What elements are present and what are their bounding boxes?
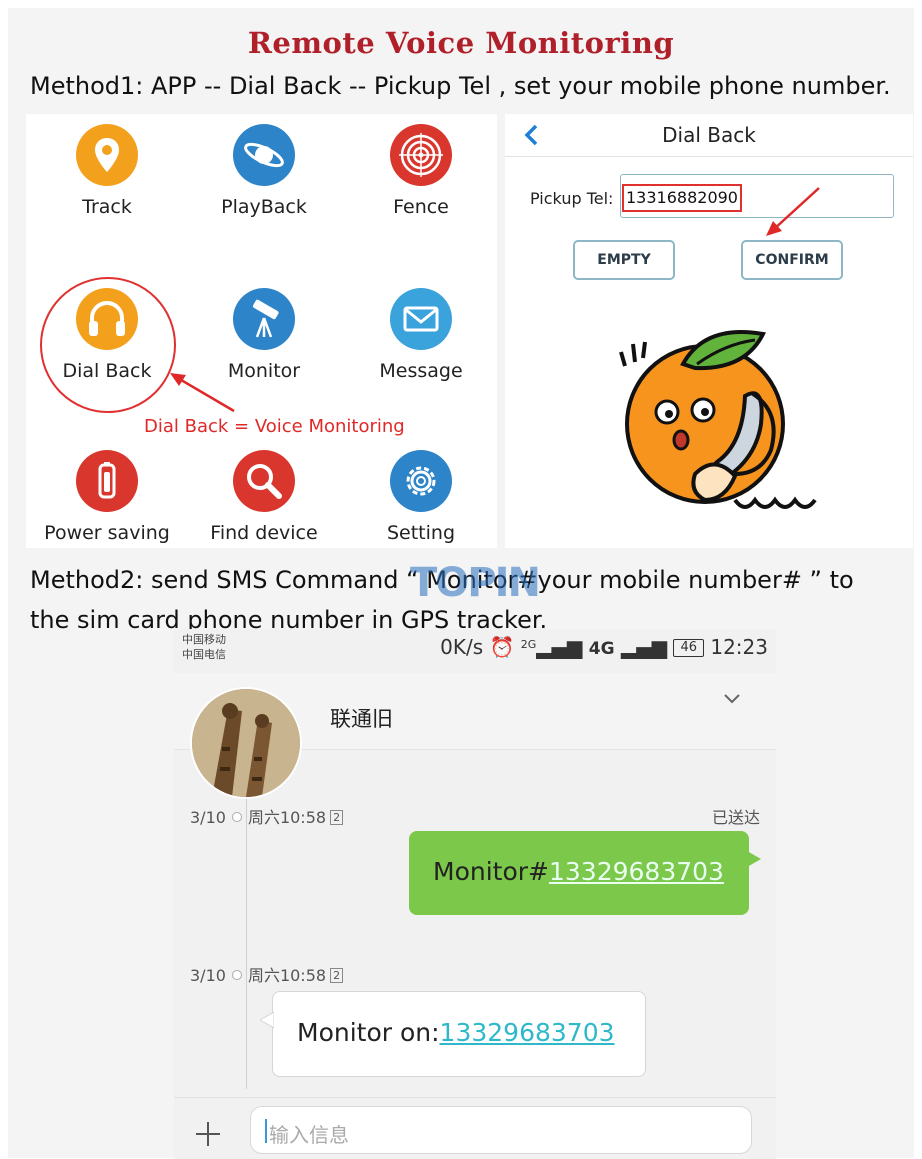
menu-item-monitor[interactable]: Monitor (189, 288, 339, 382)
signal-icon: ▂▄▆ (620, 635, 668, 659)
phone-number-link[interactable]: 13329683703 (440, 1018, 615, 1047)
menu-item-label: Message (379, 360, 463, 382)
pickup-tel-label: Pickup Tel: (530, 189, 614, 208)
incoming-message-text: Monitor on:13329683703 (297, 1018, 615, 1047)
dial-back-title: Dial Back (662, 123, 756, 147)
timeline-line (246, 799, 247, 1089)
method1-instruction: Method1: APP -- Dial Back -- Pickup Tel … (30, 72, 891, 100)
menu-item-setting[interactable]: Setting (346, 450, 496, 544)
menu-item-label: Setting (386, 522, 456, 544)
red-arrow-icon (766, 187, 820, 236)
sim-badge: 2 (330, 968, 344, 983)
menu-item-label: Dial Back (62, 360, 152, 382)
location-pin-icon (76, 124, 138, 186)
menu-item-label: Find device (210, 522, 318, 544)
message-time: 周六10:58 (247, 966, 327, 985)
sms-screen: 中国移动 中国电信 0K/s ⏰ 2G▂▄▆ 4G ▂▄▆ 46 12:23 联… (174, 629, 776, 1159)
network-4g: 4G (588, 639, 615, 659)
chevron-down-icon[interactable] (722, 691, 742, 705)
compose-bar: 输入信息 (174, 1097, 776, 1159)
carrier-names: 中国移动 中国电信 (182, 632, 226, 662)
message-prefix: Monitor on: (297, 1018, 440, 1047)
gear-icon (390, 450, 452, 512)
message-timestamp: 3/10 周六10:58 2 (190, 962, 344, 986)
red-arrow-icon (170, 373, 235, 413)
status-bar: 中国移动 中国电信 0K/s ⏰ 2G▂▄▆ 4G ▂▄▆ 46 12:23 (174, 629, 776, 673)
message-timestamp: 3/10 周六10:58 2 (190, 804, 344, 828)
network-2g: 2G (520, 638, 537, 651)
phone-number-link[interactable]: 13329683703 (549, 857, 724, 886)
outgoing-message-bubble[interactable]: Monitor#13329683703 (409, 831, 761, 915)
orange-calling-illustration (619, 330, 817, 509)
magnifier-icon (233, 450, 295, 512)
signal-icon: ▂▄▆ (536, 635, 583, 659)
menu-item-label: Power saving (44, 522, 170, 544)
network-speed: 0K/s (440, 635, 484, 659)
menu-item-label: PlayBack (221, 196, 307, 218)
topin-watermark: TOPIN (410, 560, 541, 606)
menu-item-label: Track (82, 196, 132, 218)
battery-indicator: 46 (673, 639, 704, 657)
contact-avatar[interactable] (190, 687, 302, 799)
contact-name: 联通旧 (330, 707, 393, 731)
bubble-tail (260, 1012, 274, 1028)
menu-item-power-saving[interactable]: Power saving (32, 450, 182, 544)
status-indicators: 0K/s ⏰ 2G▂▄▆ 4G ▂▄▆ 46 12:23 (440, 635, 768, 659)
message-prefix: Monitor# (433, 857, 549, 886)
battery-icon (76, 450, 138, 512)
confirm-button[interactable]: CONFIRM (741, 240, 843, 280)
menu-item-track[interactable]: Track (32, 124, 182, 218)
dial-back-screen: Dial Back Pickup Tel: 13316882090 EMPTY … (505, 114, 913, 548)
headphones-icon (76, 288, 138, 350)
timeline-dot (231, 970, 242, 980)
menu-item-label: Fence (393, 196, 449, 218)
orbit-icon (233, 124, 295, 186)
pickup-tel-value: 13316882090 (622, 184, 742, 212)
clock: 12:23 (710, 635, 768, 659)
text-cursor (265, 1119, 267, 1143)
message-time: 周六10:58 (247, 808, 327, 827)
alarm-icon: ⏰ (489, 635, 515, 659)
target-icon (390, 124, 452, 186)
empty-button[interactable]: EMPTY (573, 240, 675, 280)
message-date: 3/10 (190, 808, 226, 827)
carrier-1: 中国移动 (182, 633, 226, 646)
telescope-icon (233, 288, 295, 350)
message-date: 3/10 (190, 966, 226, 985)
dial-back-header: Dial Back (505, 114, 913, 157)
outgoing-message-text: Monitor#13329683703 (433, 857, 724, 886)
bubble-tail (747, 851, 761, 867)
message-input-placeholder: 输入信息 (269, 1123, 349, 1147)
delivery-status: 已送达 (711, 808, 760, 827)
incoming-message-bubble[interactable]: Monitor on:13329683703 (260, 991, 646, 1077)
carrier-2: 中国电信 (182, 648, 226, 661)
plus-icon[interactable] (194, 1120, 222, 1148)
menu-item-fence[interactable]: Fence (346, 124, 496, 218)
app-menu-panel: Track PlayBack Fence Dial Back Monitor M… (26, 114, 497, 548)
menu-item-find-device[interactable]: Find device (189, 450, 339, 544)
message-input[interactable]: 输入信息 (250, 1106, 752, 1154)
envelope-icon (390, 288, 452, 350)
dial-back-caption: Dial Back = Voice Monitoring (144, 416, 405, 437)
menu-item-dial-back[interactable]: Dial Back (32, 288, 182, 382)
sim-badge: 2 (330, 810, 344, 825)
timeline-dot (231, 812, 242, 822)
menu-item-message[interactable]: Message (346, 288, 496, 382)
page-title: Remote Voice Monitoring (247, 26, 675, 60)
menu-item-playback[interactable]: PlayBack (189, 124, 339, 218)
